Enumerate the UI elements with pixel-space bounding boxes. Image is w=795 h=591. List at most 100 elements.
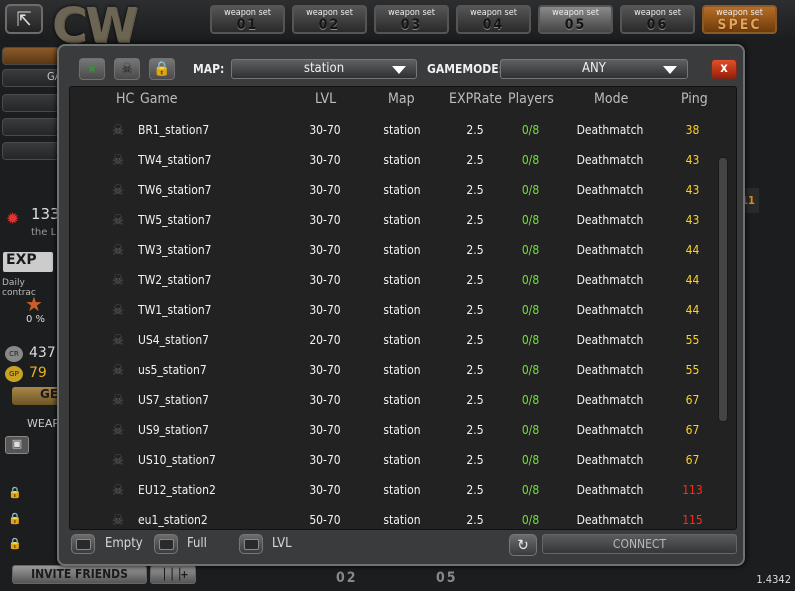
server-row[interactable]: ☠ TW2_station7 30-70 station 2.5 0/8 Deathmatc… xyxy=(70,265,720,295)
weapon-set-5-button[interactable]: weapon set 05 xyxy=(538,5,613,34)
weapon-set-2-button[interactable]: weapon set 02 xyxy=(292,5,367,34)
column-header-map[interactable]: Map xyxy=(388,91,415,107)
lvl-checkbox[interactable] xyxy=(239,534,263,554)
lock-filter-icon[interactable]: 🔒 xyxy=(149,58,175,80)
server-row[interactable]: ☠ TW3_station7 30-70 station 2.5 0/8 Deathmatc… xyxy=(70,235,720,265)
server-row[interactable]: ☠ US9_station7 30-70 station 2.5 0/8 Deathmatc… xyxy=(70,415,720,445)
level-range: 30-70 xyxy=(309,393,341,407)
player-count: 0/8 xyxy=(521,213,540,227)
map-name: station xyxy=(383,513,421,527)
column-header-exprate[interactable]: EXPRate xyxy=(449,91,502,107)
map-name: station xyxy=(383,213,421,227)
scrollbar[interactable] xyxy=(718,157,728,422)
full-checkbox[interactable] xyxy=(154,534,178,554)
weapon-set-4-button[interactable]: weapon set 04 xyxy=(456,5,531,34)
left-menu-button[interactable] xyxy=(2,142,60,160)
ping-value: 43 xyxy=(685,213,700,227)
exp-rate: 2.5 xyxy=(466,483,484,497)
weapon-set-6-button[interactable]: weapon set 06 xyxy=(620,5,695,34)
full-label: Full xyxy=(187,536,207,551)
column-header-ping[interactable]: Ping xyxy=(681,91,708,107)
server-row[interactable]: ☠ TW6_station7 30-70 station 2.5 0/8 Deathmatc… xyxy=(70,175,720,205)
server-row[interactable]: ☠ TW5_station7 30-70 station 2.5 0/8 Deathmatc… xyxy=(70,205,720,235)
skull-icon: ☠ xyxy=(111,181,125,199)
ping-value: 44 xyxy=(685,273,700,287)
skull-icon: ☠ xyxy=(111,361,125,379)
game-mode: Deathmatch xyxy=(576,153,644,167)
invite-add-button[interactable]: ▕▕▕+ xyxy=(150,565,196,584)
level-range: 30-70 xyxy=(309,123,341,137)
exp-rate: 2.5 xyxy=(466,273,484,287)
map-select[interactable]: station xyxy=(231,59,417,79)
cr-value: 437 xyxy=(29,345,56,361)
star-icon: ★ xyxy=(25,292,43,316)
level-range: 30-70 xyxy=(309,213,341,227)
bottom-set-number: 02 xyxy=(336,570,358,586)
map-select-value: station xyxy=(303,61,345,76)
skull-filter-icon[interactable]: ☠ xyxy=(114,58,140,80)
left-menu-button[interactable] xyxy=(2,118,60,136)
ge-button[interactable]: GE xyxy=(12,387,60,405)
refresh-icon[interactable]: ↻ xyxy=(509,534,537,556)
left-menu-button[interactable] xyxy=(2,94,60,112)
game-mode: Deathmatch xyxy=(576,213,644,227)
player-count: 0/8 xyxy=(521,393,540,407)
game-name: TW4_station7 xyxy=(138,153,212,167)
close-button[interactable]: x xyxy=(711,59,737,79)
game-name: eu1_station2 xyxy=(138,513,208,527)
save-icon[interactable]: ▣ xyxy=(5,436,29,454)
column-header-lvl[interactable]: LVL xyxy=(315,91,336,107)
level-range: 50-70 xyxy=(309,513,341,527)
map-name: station xyxy=(383,183,421,197)
empty-checkbox[interactable] xyxy=(71,534,95,554)
scrollbar-thumb[interactable] xyxy=(718,157,728,422)
gamemode-select[interactable]: ANY xyxy=(500,59,688,79)
column-header-game[interactable]: Game xyxy=(140,91,178,107)
game-name: BR1_station7 xyxy=(138,123,210,137)
column-header-mode[interactable]: Mode xyxy=(594,91,628,107)
server-row[interactable]: ☠ eu1_station2 50-70 station 2.5 0/8 Deathmatc… xyxy=(70,505,720,529)
exp-rate: 2.5 xyxy=(466,363,484,377)
skull-icon: ☠ xyxy=(111,121,125,139)
player-count: 0/8 xyxy=(521,303,540,317)
version-label: 1.4342 xyxy=(756,573,791,586)
exp-rate: 2.5 xyxy=(466,183,484,197)
exp-rate: 2.5 xyxy=(466,303,484,317)
server-row[interactable]: ☠ TW1_station7 30-70 station 2.5 0/8 Deathmatc… xyxy=(70,295,720,325)
player-title: the L xyxy=(31,227,57,238)
server-row[interactable]: ☠ US4_station7 20-70 station 2.5 0/8 Deathmatc… xyxy=(70,325,720,355)
server-row[interactable]: ☠ TW4_station7 30-70 station 2.5 0/8 Deathmatc… xyxy=(70,145,720,175)
weapon-set-1-button[interactable]: weapon set 01 xyxy=(210,5,285,34)
ping-value: 44 xyxy=(685,243,700,257)
server-row[interactable]: ☠ BR1_station7 30-70 station 2.5 0/8 Deathmatc… xyxy=(70,115,720,145)
server-row[interactable]: ☠ EU12_station2 30-70 station 2.5 0/8 Deathmat… xyxy=(70,475,720,505)
gp-value: 79 xyxy=(29,365,47,381)
player-count: 0/8 xyxy=(521,333,540,347)
left-menu-button[interactable] xyxy=(2,47,60,65)
map-name: station xyxy=(383,123,421,137)
ping-value: 115 xyxy=(682,513,703,527)
weapon-set-number: 05 xyxy=(564,17,587,33)
map-name: station xyxy=(383,243,421,257)
left-menu-button-ga[interactable]: GA xyxy=(2,69,61,87)
weapon-set-3-button[interactable]: weapon set 03 xyxy=(374,5,449,34)
favorite-star-icon[interactable]: ★ xyxy=(79,58,105,80)
game-name: TW1_station7 xyxy=(138,303,212,317)
invite-friends-button[interactable]: INVITE FRIENDS xyxy=(12,565,147,584)
weapon-set-spec-button[interactable]: weapon set SPEC xyxy=(702,5,777,34)
column-header-players[interactable]: Players xyxy=(508,91,554,107)
server-row[interactable]: ☠ US7_station7 30-70 station 2.5 0/8 Deathmatc… xyxy=(70,385,720,415)
plus-label: + xyxy=(180,568,189,581)
game-name: US4_station7 xyxy=(138,333,210,347)
skull-icon: ☠ xyxy=(111,421,125,439)
ping-value: 67 xyxy=(685,423,700,437)
lvl-label: LVL xyxy=(272,536,292,551)
map-name: station xyxy=(383,483,421,497)
level-range: 30-70 xyxy=(309,453,341,467)
connect-button[interactable]: CONNECT xyxy=(542,534,737,554)
server-row[interactable]: ☠ US10_station7 30-70 station 2.5 0/8 Deathmat… xyxy=(70,445,720,475)
column-header-hc[interactable]: HC xyxy=(116,91,134,107)
level-range: 30-70 xyxy=(309,303,341,317)
exit-icon[interactable]: ⇱ xyxy=(5,4,43,34)
server-row[interactable]: ☠ us5_station7 30-70 station 2.5 0/8 Deathmatc… xyxy=(70,355,720,385)
